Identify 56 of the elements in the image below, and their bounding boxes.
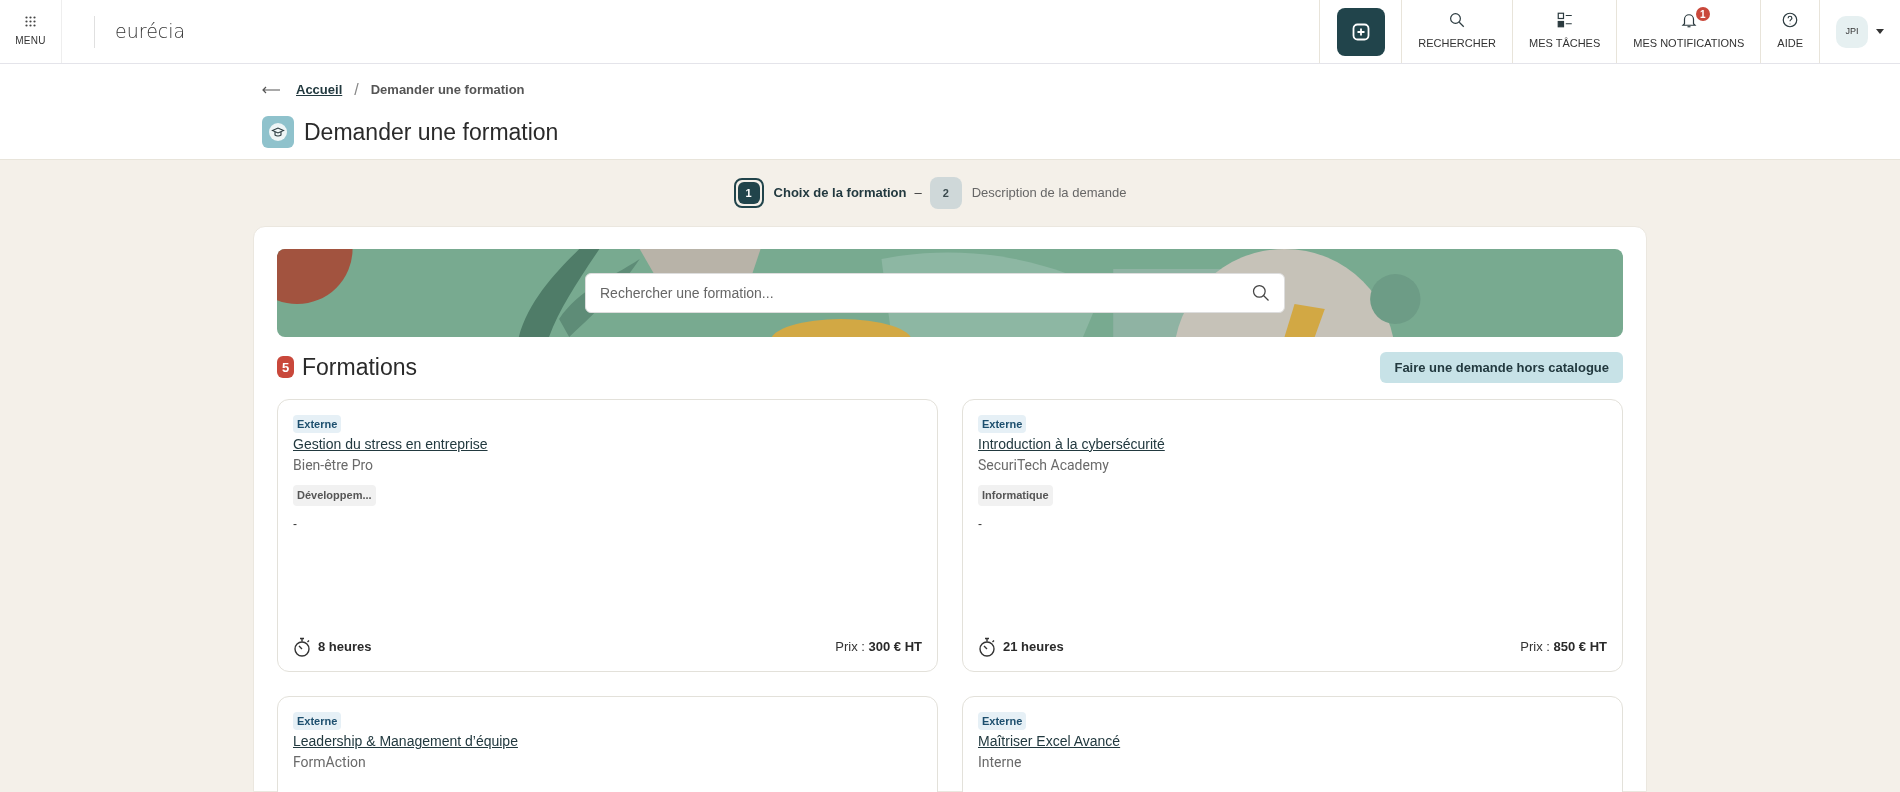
training-icon (262, 116, 294, 149)
nav-item[interactable]: MES TÂCHES (1512, 0, 1618, 63)
course-description: - (978, 515, 982, 533)
category-tag: Développem... (293, 485, 376, 506)
provider-name: Interne (978, 753, 1022, 772)
course-description: - (293, 515, 297, 533)
search-icon (1448, 11, 1467, 30)
user-avatar[interactable]: JPI (1836, 15, 1868, 48)
off-catalogue-request-button[interactable]: Faire une demande hors catalogue (1380, 351, 1623, 383)
type-tag: Externe (978, 414, 1027, 433)
breadcrumb-current: Demander une formation (370, 81, 525, 100)
price-text: Prix : 300 € HT (835, 637, 922, 656)
price-text: Prix : 850 € HT (1520, 637, 1607, 656)
search-field[interactable]: Rechercher une formation... (585, 273, 1285, 313)
bell-icon (1679, 11, 1698, 30)
type-tag: Externe (978, 711, 1027, 730)
nav-item[interactable]: RECHERCHER (1402, 0, 1513, 63)
step-separator: – (914, 184, 922, 203)
logo[interactable]: eurécia (115, 17, 186, 46)
nav-item[interactable]: 1 MES NOTIFICATIONS (1617, 0, 1762, 63)
search-icon[interactable] (1251, 283, 1271, 303)
duration-text: 21 heures (1003, 637, 1064, 656)
checklist-icon (1555, 11, 1574, 30)
help-icon (1781, 11, 1800, 30)
stopwatch-icon (293, 636, 311, 657)
course-title-link[interactable]: Maîtriser Excel Avancé (978, 731, 1121, 752)
category-tag: Informatique (978, 485, 1053, 506)
breadcrumb-link[interactable]: Accueil (296, 80, 343, 100)
provider-name: Bien-être Pro (293, 456, 374, 475)
type-tag: Externe (293, 414, 342, 433)
menu-button[interactable]: MENU (0, 0, 62, 63)
nav-item[interactable]: AIDE (1761, 0, 1820, 63)
provider-name: FormAction (293, 753, 366, 772)
type-tag: Externe (293, 711, 342, 730)
course-title-link[interactable]: Leadership & Management d’équipe (293, 731, 518, 752)
course-card[interactable]: Externe Gestion du stress en entreprise Bien-être Pro Développem... - 8 heures Prix : 300 € HT (277, 398, 938, 672)
add-button[interactable] (1336, 7, 1385, 56)
section-title: Formations (302, 353, 418, 382)
duration-text: 8 heures (318, 637, 372, 656)
step: 2 Description de la demande (929, 177, 1127, 209)
course-title-link[interactable]: Gestion du stress en entreprise (293, 434, 488, 455)
course-card[interactable]: Externe Introduction à la cybersécurité SecuriTech Academy Informatique - 21 heures Prix : 850 € HT (962, 398, 1623, 672)
stopwatch-icon (978, 636, 996, 657)
count-badge: 5 (277, 356, 294, 379)
grid-icon (25, 15, 36, 27)
caret-icon[interactable] (1876, 29, 1884, 34)
page-title: Demander une formation (304, 118, 559, 147)
breadcrumb-separator: / (354, 80, 359, 100)
provider-name: SecuriTech Academy (978, 456, 1109, 475)
course-card[interactable]: Externe Maîtriser Excel Avancé Interne (962, 695, 1623, 792)
plus-icon (1351, 22, 1370, 41)
step: 1 Choix de la formation (733, 178, 907, 208)
back-arrow-icon[interactable] (262, 86, 280, 94)
course-title-link[interactable]: Introduction à la cybersécurité (978, 434, 1165, 455)
notification-badge: 1 (1695, 7, 1710, 21)
course-card[interactable]: Externe Leadership & Management d’équipe FormAction (277, 695, 938, 792)
